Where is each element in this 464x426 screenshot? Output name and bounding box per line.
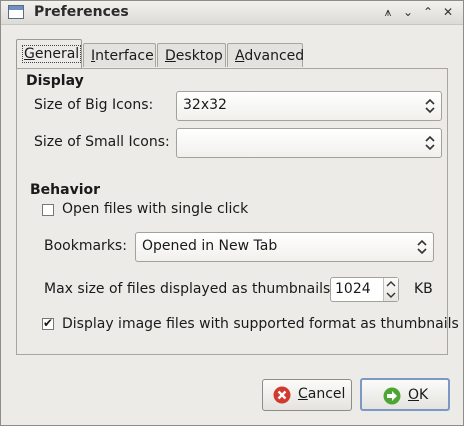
thumb-size-label: Max size of files displayed as thumbnail… [44,281,335,297]
ok-button[interactable]: OK [360,378,450,411]
close-window-icon[interactable]: ✕ [439,3,457,21]
tab-desktop[interactable]: Desktop [157,43,226,67]
cancel-button[interactable]: Cancel [262,379,352,411]
small-icons-label: Size of Small Icons: [34,134,170,150]
thumb-size-value[interactable]: 1024 [335,281,371,297]
thumb-size-spinner[interactable]: 1024 [330,277,399,302]
checkmark-icon: ✔ [43,316,54,330]
bookmarks-label: Bookmarks: [44,238,127,254]
big-icons-label: Size of Big Icons: [34,97,154,113]
window-title: Preferences [34,4,129,20]
updown-arrows-icon [416,239,428,255]
updown-arrows-icon [424,135,436,151]
bookmarks-select[interactable]: Opened in New Tab [135,232,434,262]
minimize-window-icon[interactable]: ⌄ [399,3,417,21]
big-icons-value: 32x32 [183,97,227,113]
tab-interface[interactable]: Interface [83,43,156,67]
spin-buttons[interactable] [383,278,398,301]
cancel-icon [273,386,291,404]
small-icons-select[interactable] [176,128,442,158]
single-click-label[interactable]: Open files with single click [62,201,248,217]
behavior-heading: Behavior [30,182,101,198]
image-thumbs-checkbox[interactable]: ✔ [42,316,54,330]
updown-arrows-icon [424,98,436,114]
maximize-window-icon[interactable]: ⌃ [419,3,437,21]
tab-advanced[interactable]: Advanced [227,43,304,67]
thumb-size-unit: KB [414,281,433,297]
tab-general[interactable]: General [16,39,82,68]
display-heading: Display [26,73,84,89]
ok-arrow-icon [383,387,401,405]
single-click-checkbox[interactable] [42,204,54,216]
cancel-label: Cancel [298,386,346,402]
general-tab-panel: Display Size of Big Icons: 32x32 Size of… [16,68,459,355]
ok-label: OK [408,387,429,403]
preferences-window: Preferences ⩚ ⌄ ⌃ ✕ General Interface De… [0,0,464,426]
bookmarks-value: Opened in New Tab [142,238,278,254]
title-bar[interactable]: Preferences ⩚ ⌄ ⌃ ✕ [1,1,463,25]
shade-window-icon[interactable]: ⩚ [379,3,397,21]
spin-arrows-icon[interactable] [384,278,398,301]
window-icon [8,5,24,19]
image-thumbs-label[interactable]: Display image files with supported forma… [62,316,459,332]
big-icons-select[interactable]: 32x32 [176,91,442,121]
